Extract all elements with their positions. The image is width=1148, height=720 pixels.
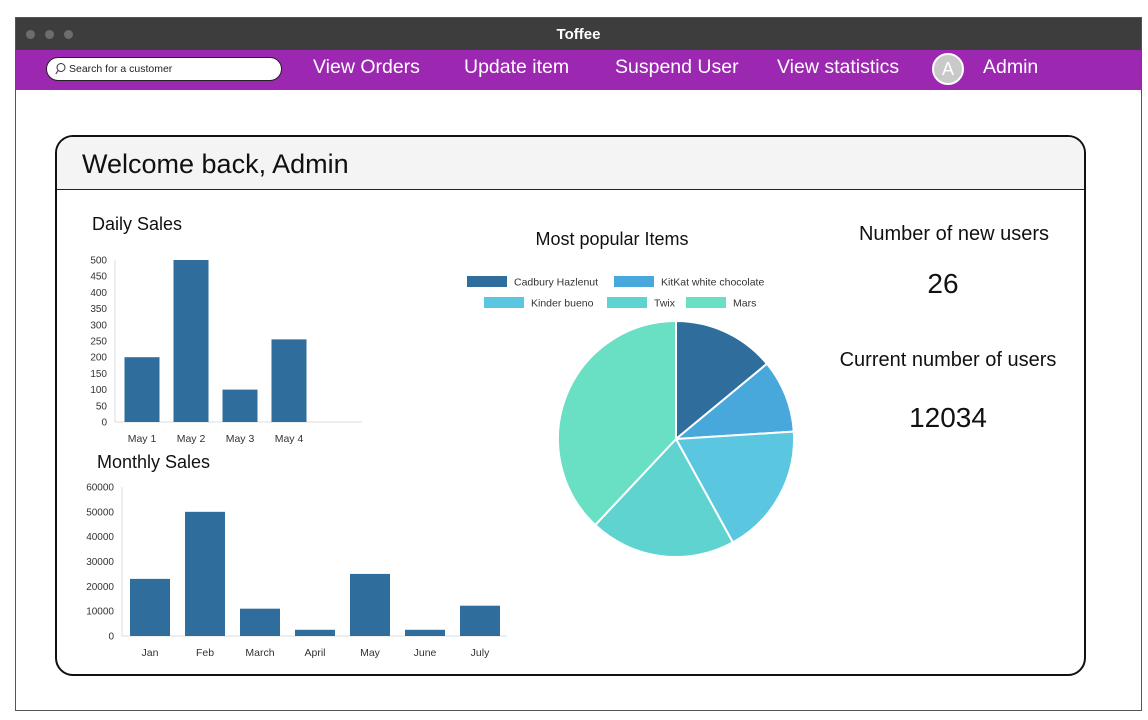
welcome-heading: Welcome back, Admin [82,149,349,179]
legend-label: Twix [654,298,676,310]
daily-sales-y-tick-label: 400 [90,288,107,299]
daily-sales-y-tick-label: 200 [90,353,107,364]
popular-items-chart: Cadbury Hazlenut KitKat white chocolate Ki… [467,276,795,558]
popular-items-title: Most popular Items [535,229,689,249]
monthly-sales-y-tick-label: 50000 [86,507,114,518]
monthly-sales-bar [185,511,225,636]
monthly-sales-bar [405,629,445,636]
daily-sales-y-tick-label: 0 [101,418,107,429]
legend-label: KitKat white chocolate [661,277,764,289]
current-users-label: Current number of users [839,349,1057,371]
daily-sales-y-tick-label: 500 [90,256,107,267]
daily-sales-y-tick-label: 50 [96,401,108,412]
daily-sales-y-tick-label: 450 [90,272,107,283]
monthly-sales-title: Monthly Sales [97,452,211,472]
daily-sales-y-tick-label: 300 [90,320,107,331]
legend-swatch [614,276,654,287]
monthly-sales-x-tick-label: Jan [142,647,159,659]
daily-sales-bar [124,357,160,422]
search-box[interactable] [46,57,282,81]
admin-user-link[interactable]: Admin [983,56,1038,79]
view-statistics-link[interactable]: View statistics [777,56,899,79]
dashboard-card: Welcome back, Admin Daily Sales 0 50 100 15… [55,135,1086,676]
view-orders-link[interactable]: View Orders [313,56,420,79]
monthly-sales-y-tick-label: 20000 [86,582,114,593]
legend-label: Mars [733,298,756,310]
monthly-sales-bar [130,578,170,636]
monthly-sales-y-tick-label: 0 [108,632,114,643]
daily-sales-title: Daily Sales [92,214,183,234]
monthly-sales-y-tick-label: 30000 [86,557,114,568]
monthly-sales-y-tick-label: 60000 [86,483,114,494]
monthly-sales-bar [350,573,390,636]
daily-sales-y-tick-label: 150 [90,369,107,380]
monthly-sales-bar [460,605,500,636]
card-header: Welcome back, Admin [57,137,1084,190]
daily-sales-y-tick-label: 350 [90,304,107,315]
monthly-sales-x-tick-label: June [414,647,437,659]
monthly-sales-bar [240,608,280,636]
avatar[interactable]: A [932,53,964,85]
search-icon [55,63,66,75]
monthly-sales-y-tick-label: 40000 [86,532,114,543]
monthly-sales-y-tick-label: 10000 [86,607,114,618]
new-users-label: Number of new users [858,223,1050,245]
monthly-sales-x-tick-label: Feb [196,647,214,659]
monthly-sales-x-tick-label: March [245,647,274,659]
daily-sales-x-tick-label: May 3 [226,433,255,445]
daily-sales-x-tick-label: May 1 [128,433,157,445]
daily-sales-bar [222,389,258,422]
navbar: View Orders Update item Suspend User Vie… [16,50,1141,90]
monthly-sales-bar [295,629,335,636]
daily-sales-x-tick-label: May 2 [177,433,206,445]
monthly-sales-x-tick-label: May [360,647,381,659]
update-item-link[interactable]: Update item [464,56,569,79]
new-users-value: 26 [927,268,959,299]
search-input[interactable] [69,61,269,77]
daily-sales-bar [271,339,307,422]
monthly-sales-x-tick-label: April [304,647,325,659]
legend-swatch [607,297,647,308]
legend-label: Cadbury Hazlenut [514,277,598,289]
legend-swatch [467,276,507,287]
daily-sales-y-tick-label: 250 [90,337,107,348]
legend-label: Kinder bueno [531,298,594,310]
monthly-sales-chart: 0 10000 20000 30000 40000 50000 60000 Jan Feb Mar… [86,483,507,659]
app-title: Toffee [556,26,601,43]
legend-swatch [484,297,524,308]
legend-swatch [686,297,726,308]
suspend-user-link[interactable]: Suspend User [615,56,739,79]
daily-sales-x-tick-label: May 4 [275,433,304,445]
daily-sales-chart: 0 50 100 150 200 250 300 350 400 450 500 May 1 May 2… [90,256,362,445]
daily-sales-y-tick-label: 100 [90,385,107,396]
current-users-value: 12034 [909,402,987,433]
monthly-sales-x-tick-label: July [471,647,490,659]
title-bar: Toffee [16,18,1141,50]
daily-sales-bar [173,260,209,422]
